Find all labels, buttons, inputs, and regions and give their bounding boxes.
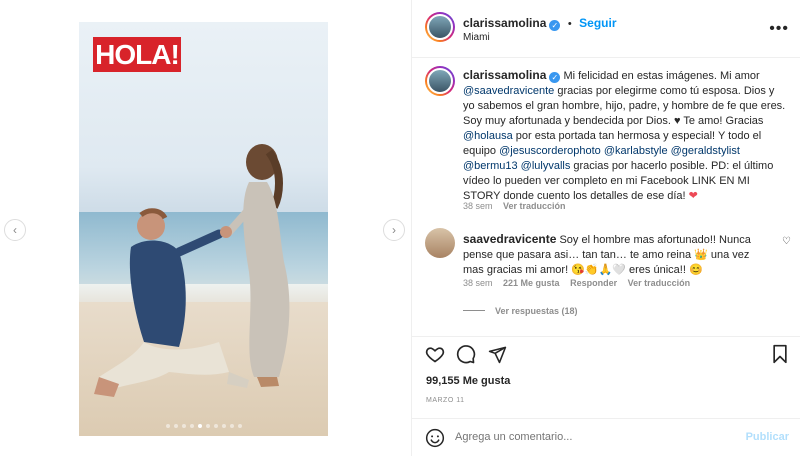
view-replies-label[interactable]: Ver respuestas (18) [495, 306, 578, 316]
carousel-dot [221, 424, 226, 428]
view-replies[interactable]: Ver respuestas (18) [463, 306, 578, 316]
caption-age: 38 sem [463, 201, 493, 211]
comment-translate-link[interactable]: Ver traducción [628, 278, 691, 288]
more-options-icon[interactable]: ••• [769, 20, 789, 38]
comments-section: clarissamolina ✓ Mi felicidad en estas im… [412, 58, 800, 336]
comment-age: 38 sem [463, 278, 493, 288]
header-user-line: clarissamolina ✓ • Seguir [463, 14, 617, 32]
mention-link[interactable]: @holausa [463, 130, 513, 142]
chevron-left-icon[interactable]: ‹ [4, 219, 26, 241]
comment-composer: Publicar [412, 418, 800, 456]
share-icon[interactable] [486, 343, 508, 365]
caption-segment: Mi felicidad en estas imágenes. Mi amor [560, 70, 760, 82]
post-side-panel: clarissamolina ✓ • Seguir Miami ••• clari… [411, 0, 800, 456]
comment-icon[interactable] [455, 343, 477, 365]
mention-link[interactable]: @lulyvalls [521, 160, 571, 172]
caption-translate-link[interactable]: Ver traducción [503, 201, 566, 211]
like-count[interactable]: 99,155 Me gusta [426, 375, 510, 387]
mention-link[interactable]: @geraldstylist [671, 145, 740, 157]
mention-link[interactable]: @karlabstyle [604, 145, 668, 157]
hola-logo: HOLA! [93, 37, 181, 72]
avatar[interactable] [425, 12, 455, 42]
location-link[interactable]: Miami [463, 32, 490, 43]
verified-badge-icon: ✓ [549, 20, 561, 31]
caption-text: clarissamolina ✓ Mi felicidad en estas im… [463, 68, 788, 204]
carousel-dot [165, 424, 170, 428]
follow-button[interactable]: Seguir [579, 16, 616, 30]
carousel-dot [229, 424, 234, 428]
comment-avatar[interactable] [425, 228, 455, 258]
header-username[interactable]: clarissamolina [463, 16, 546, 30]
separator-dot: • [567, 18, 572, 30]
caption-meta: 38 sem Ver traducción [463, 201, 566, 211]
comment-like-heart-icon[interactable]: ♡ [782, 236, 791, 247]
post-modal: ‹ HOLA! › clarissamolina ✓ • Seguir Miam… [0, 0, 800, 456]
caption-username[interactable]: clarissamolina [463, 68, 546, 82]
comment-username[interactable]: saavedravicente [463, 232, 556, 246]
mention-link[interactable]: @jesuscorderophoto [499, 145, 601, 157]
like-heart-icon[interactable] [424, 343, 446, 365]
comment-meta: 38 sem 221 Me gusta Responder Ver traduc… [463, 278, 690, 288]
post-header: clarissamolina ✓ • Seguir Miami ••• [412, 0, 800, 58]
mention-link[interactable]: @saavedravicente [463, 85, 554, 97]
emoji-smiley-icon[interactable] [424, 427, 446, 449]
mention-link[interactable]: @bermu13 [463, 160, 518, 172]
post-photo[interactable]: HOLA! [79, 22, 328, 436]
replies-line [463, 310, 485, 311]
chevron-right-icon[interactable]: › [383, 219, 405, 241]
post-actions: 99,155 Me gusta MARZO 11 [412, 336, 800, 426]
post-media: ‹ HOLA! › [0, 0, 411, 456]
carousel-dot [205, 424, 210, 428]
comment-likes[interactable]: 221 Me gusta [503, 278, 560, 288]
publish-button[interactable]: Publicar [746, 431, 789, 443]
red-heart-icon: ❤ [688, 190, 698, 202]
couple-illustration [94, 144, 290, 397]
comment-input[interactable] [455, 431, 735, 443]
carousel-dots [79, 424, 328, 428]
carousel-dot-active [197, 424, 202, 428]
reply-button[interactable]: Responder [570, 278, 617, 288]
carousel-dot [213, 424, 218, 428]
caption-body: Mi felicidad en estas imágenes. Mi amor … [463, 70, 785, 202]
verified-badge-icon: ✓ [549, 72, 561, 83]
bookmark-icon[interactable] [769, 343, 791, 365]
carousel-dot [237, 424, 242, 428]
carousel-dot [189, 424, 194, 428]
comment-text: saavedravicente Soy el hombre mas afortu… [463, 232, 773, 278]
post-date[interactable]: MARZO 11 [426, 397, 465, 404]
carousel-dot [173, 424, 178, 428]
caption-avatar[interactable] [425, 66, 455, 96]
carousel-dot [181, 424, 186, 428]
